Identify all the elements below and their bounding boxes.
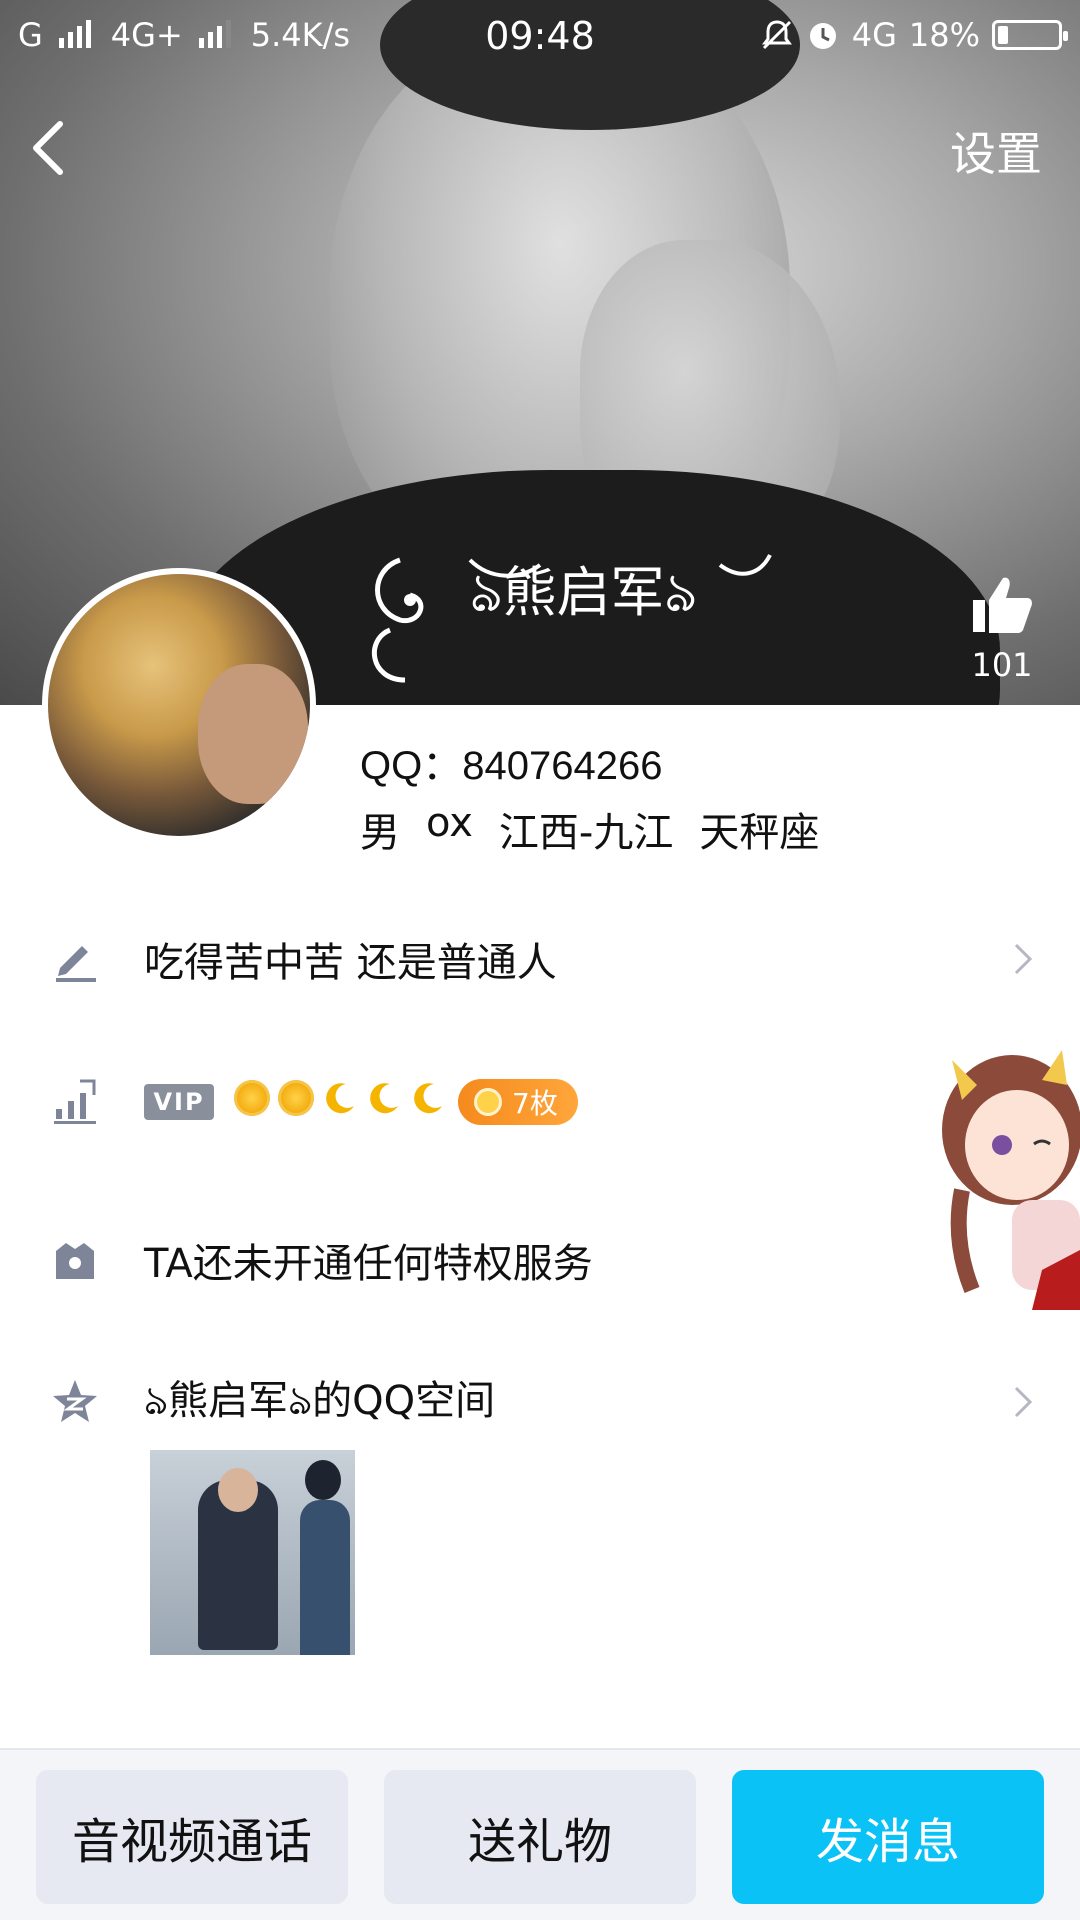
qzone-title: ঌ熊启军ঌ的QQ空间: [144, 1378, 496, 1424]
battery-percent: 18%: [908, 16, 980, 54]
send-message-button[interactable]: 发消息: [732, 1770, 1044, 1904]
medal-icon: [474, 1088, 502, 1116]
avatar-face: [198, 664, 308, 804]
age: ox: [426, 800, 473, 846]
photo-figure-head: [305, 1460, 341, 1500]
sun-icon: [234, 1080, 270, 1116]
constellation: 天秤座: [699, 810, 820, 856]
location: 江西-九江: [498, 810, 674, 856]
chevron-left-icon[interactable]: [28, 118, 68, 178]
medal-count: 7枚: [512, 1087, 558, 1120]
privilege-row[interactable]: TA还未开通任何特权服务: [0, 1210, 1080, 1310]
mute-bell-icon: [761, 20, 792, 50]
level-icons: [234, 1080, 446, 1116]
settings-button[interactable]: 设置: [950, 118, 1042, 184]
moon-icon: [370, 1083, 398, 1114]
photo-figure: [300, 1500, 350, 1655]
moon-icon: [326, 1083, 354, 1114]
chibi-sticker[interactable]: [922, 1040, 1080, 1310]
qzone-star-icon: [53, 1380, 97, 1422]
chevron-right-icon: [1014, 943, 1033, 975]
status-bar: G 4G+ 5.4K/s 09:48 4G 18%: [0, 0, 1080, 76]
like-count: 101: [971, 646, 1033, 684]
av-call-button[interactable]: 音视频通话: [36, 1770, 348, 1904]
signature-text: 吃得苦中苦 还是普通人: [144, 940, 557, 986]
network-type: 4G: [851, 16, 897, 54]
crown-icon: [56, 1243, 94, 1279]
qzone-row[interactable]: ঌ熊启军ঌ的QQ空间: [0, 1352, 1080, 1452]
like-button[interactable]: 101: [962, 572, 1042, 684]
profile-meta: 男 ox 江西-九江 天秤座: [360, 800, 819, 858]
nickname: ঌ熊启军ঌ: [470, 563, 698, 623]
privilege-text: TA还未开通任何特权服务: [144, 1241, 593, 1287]
vip-badge: VIP: [144, 1084, 214, 1120]
qq-number: QQ：840764266: [360, 744, 663, 788]
medal-badge[interactable]: 7枚: [458, 1079, 578, 1125]
battery-fill: [998, 26, 1008, 44]
send-gift-button[interactable]: 送礼物: [384, 1770, 696, 1904]
level-chart-icon: [54, 1079, 96, 1124]
status-right: 4G 18%: [760, 16, 1068, 54]
avatar[interactable]: [42, 568, 316, 842]
battery-icon: [992, 20, 1068, 50]
sun-icon: [278, 1080, 314, 1116]
chevron-right-icon: [1014, 1386, 1033, 1418]
signature-row[interactable]: 吃得苦中苦 还是普通人: [0, 909, 1080, 1009]
photo-figure-head: [218, 1468, 258, 1512]
gender: 男: [360, 810, 400, 856]
bottom-action-bar: 音视频通话 送礼物 发消息: [0, 1748, 1080, 1920]
thumbs-up-icon: [973, 577, 1032, 633]
qzone-photo-thumbnail[interactable]: [150, 1450, 355, 1655]
moon-icon: [414, 1083, 442, 1114]
pencil-icon: [56, 946, 96, 982]
alarm-icon: [809, 23, 836, 49]
